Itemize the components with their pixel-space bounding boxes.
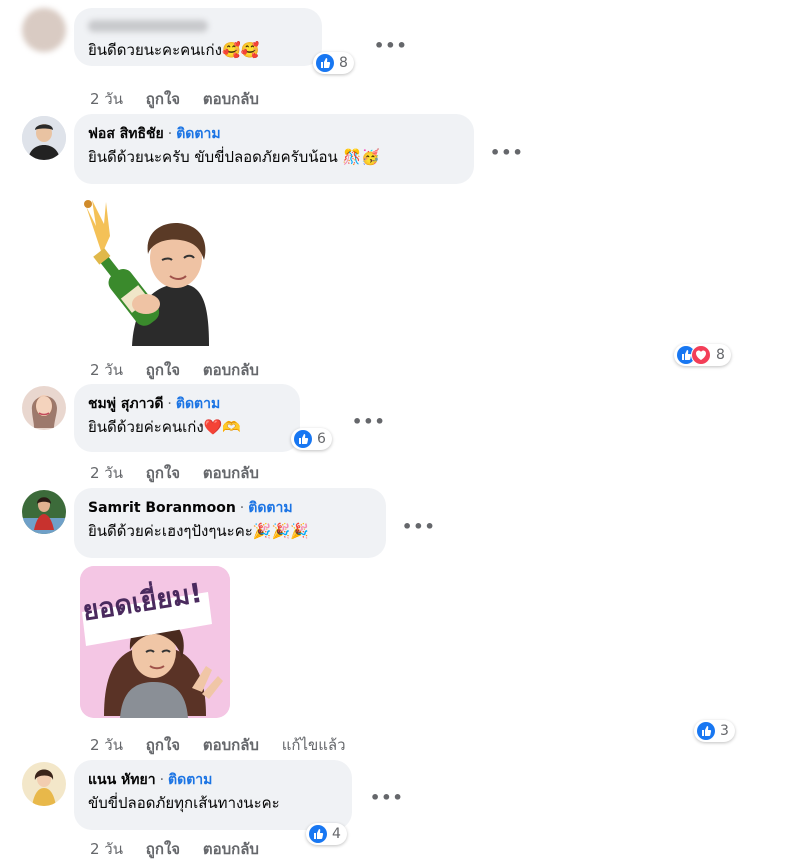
- comment-bubble: ยินดีดวยนะคะคนเก่ง🥰🥰: [74, 8, 322, 66]
- like-button[interactable]: ถูกใจ: [146, 361, 180, 379]
- commenter-name[interactable]: ชมพู่ สุภาวดี: [88, 396, 163, 412]
- like-button[interactable]: ถูกใจ: [146, 840, 180, 858]
- comment-actions: 2 วัน ถูกใจ ตอบกลับ: [90, 87, 277, 111]
- commenter-name[interactable]: ฟอส สิทธิชัย: [88, 126, 164, 142]
- avatar[interactable]: [22, 116, 66, 160]
- comment-bubble: แนน หัทยา · ติดตาม ขับขี่ปลอดภัยทุกเส้นทาง…: [74, 760, 352, 830]
- comment-actions: 2 วัน ถูกใจ ตอบกลับ: [90, 461, 277, 485]
- comment-text: ยินดีด้วยค่ะคนเก่ง❤️🫶: [88, 418, 242, 436]
- follow-button[interactable]: ติดตาม: [176, 396, 220, 412]
- more-options-icon[interactable]: •••: [490, 143, 524, 162]
- like-reaction-icon: [309, 825, 327, 843]
- avatar-photo: [22, 386, 66, 430]
- like-reaction-icon: [316, 54, 334, 72]
- avatar-photo: [22, 490, 66, 534]
- reaction-summary[interactable]: 8: [674, 344, 731, 366]
- reply-button[interactable]: ตอบกลับ: [203, 90, 259, 108]
- avatar[interactable]: [22, 8, 66, 52]
- sticker-image[interactable]: ยอดเยี่ยม!: [80, 566, 230, 718]
- more-options-icon[interactable]: •••: [370, 788, 404, 807]
- like-button[interactable]: ถูกใจ: [146, 736, 180, 754]
- more-options-icon[interactable]: •••: [402, 517, 436, 536]
- comment-text: ยินดีด้วยนะครับ ขับขี่ปลอดภัยครับน้อน 🎊🥳: [88, 148, 380, 166]
- comment-actions: 2 วัน ถูกใจ ตอบกลับ: [90, 358, 277, 382]
- timestamp[interactable]: 2 วัน: [90, 840, 123, 858]
- comment-bubble: ฟอส สิทธิชัย · ติดตาม ยินดีด้วยนะครับ ขับข…: [74, 114, 474, 184]
- reply-button[interactable]: ตอบกลับ: [203, 464, 259, 482]
- comment-text: ยินดีดวยนะคะคนเก่ง🥰🥰: [88, 41, 260, 59]
- reaction-summary[interactable]: 3: [694, 720, 735, 742]
- blurred-name: [88, 20, 208, 32]
- timestamp[interactable]: 2 วัน: [90, 361, 123, 379]
- comment-actions: 2 วัน ถูกใจ ตอบกลับ แก้ไขแล้ว: [90, 733, 364, 757]
- avatar[interactable]: [22, 386, 66, 430]
- champagne-avatar-sticker: [84, 200, 209, 346]
- reaction-summary[interactable]: 4: [306, 823, 347, 845]
- avatar[interactable]: [22, 762, 66, 806]
- commenter-name[interactable]: แนน หัทยา: [88, 772, 156, 788]
- reply-button[interactable]: ตอบกลับ: [203, 736, 259, 754]
- reply-button[interactable]: ตอบกลับ: [203, 840, 259, 858]
- like-button[interactable]: ถูกใจ: [146, 90, 180, 108]
- comment-text: ขับขี่ปลอดภัยทุกเส้นทางนะคะ: [88, 794, 280, 812]
- timestamp[interactable]: 2 วัน: [90, 736, 123, 754]
- edited-label: แก้ไขแล้ว: [281, 736, 346, 754]
- commenter-name[interactable]: Samrit Boranmoon: [88, 500, 236, 516]
- reaction-count: 3: [720, 723, 729, 739]
- more-options-icon[interactable]: •••: [374, 36, 408, 55]
- reaction-count: 4: [332, 826, 341, 842]
- love-reaction-icon: [691, 345, 711, 365]
- avatar-photo: [22, 762, 66, 806]
- reaction-count: 8: [716, 347, 725, 363]
- reaction-summary[interactable]: 8: [313, 52, 354, 74]
- reaction-summary[interactable]: 6: [291, 428, 332, 450]
- like-reaction-icon: [697, 722, 715, 740]
- follow-button[interactable]: ติดตาม: [176, 126, 220, 142]
- reaction-count: 8: [339, 55, 348, 71]
- avatar-photo: [22, 116, 66, 160]
- timestamp[interactable]: 2 วัน: [90, 90, 123, 108]
- reply-button[interactable]: ตอบกลับ: [203, 361, 259, 379]
- comment-bubble: Samrit Boranmoon · ติดตาม ยินดีด้วยค่ะเฮงๆ…: [74, 488, 386, 558]
- comment-text: ยินดีด้วยค่ะเฮงๆปังๆนะคะ🎉🎉🎉: [88, 522, 309, 540]
- like-reaction-icon: [294, 430, 312, 448]
- avatar[interactable]: [22, 490, 66, 534]
- like-button[interactable]: ถูกใจ: [146, 464, 180, 482]
- reaction-count: 6: [317, 431, 326, 447]
- follow-button[interactable]: ติดตาม: [248, 500, 292, 516]
- more-options-icon[interactable]: •••: [352, 412, 386, 431]
- follow-button[interactable]: ติดตาม: [168, 772, 212, 788]
- comment-bubble: ชมพู่ สุภาวดี · ติดตาม ยินดีด้วยค่ะคนเก่ง❤…: [74, 384, 300, 452]
- comment-actions: 2 วัน ถูกใจ ตอบกลับ: [90, 837, 277, 861]
- sticker-image[interactable]: [74, 196, 214, 348]
- timestamp[interactable]: 2 วัน: [90, 464, 123, 482]
